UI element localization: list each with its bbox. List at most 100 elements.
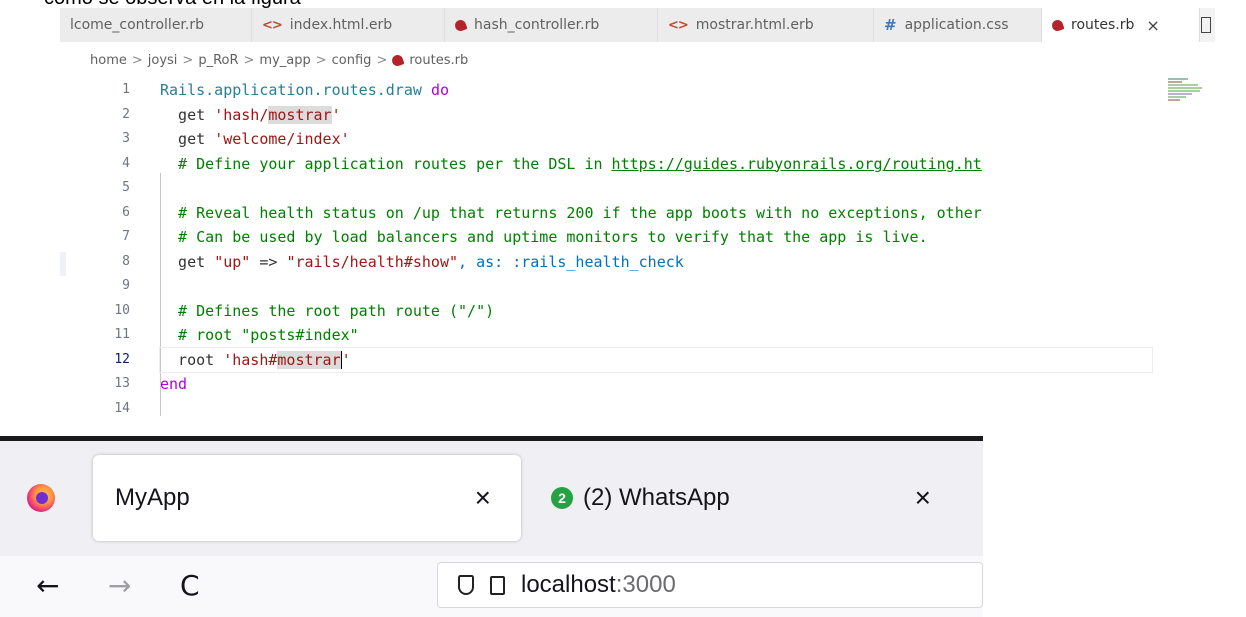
breadcrumb-item[interactable]: home — [90, 53, 127, 68]
html-file-icon: <> — [262, 17, 283, 33]
minimap-line — [1168, 93, 1192, 95]
browser-tab-title: MyApp — [115, 484, 190, 511]
minimap-line — [1168, 78, 1188, 80]
tab-label: hash_controller.rb — [474, 17, 600, 33]
browser-tab-whatsapp[interactable]: 2 (2) WhatsApp × — [537, 455, 977, 541]
shield-icon[interactable] — [458, 575, 474, 595]
code-link[interactable]: https://guides.rubyonrails.org/routing.h… — [612, 155, 982, 173]
tab-label: index.html.erb — [289, 17, 393, 33]
code-token: "up" — [214, 252, 251, 271]
code-line-current[interactable]: root 'hash#mostrar' — [159, 346, 1153, 373]
code-line[interactable]: # Defines the root path route ("/") — [160, 299, 1152, 324]
code-line[interactable]: # Reveal health status on /up that retur… — [160, 201, 1152, 226]
code-line[interactable]: get 'hash/mostrar' — [160, 103, 1152, 128]
line-number: 1 — [122, 82, 130, 97]
tab-application-css[interactable]: # application.css — [874, 8, 1042, 42]
code-line[interactable]: end — [160, 372, 1152, 397]
close-tab-icon[interactable]: × — [475, 482, 491, 514]
code-token-highlight: mostrar — [277, 350, 341, 369]
code-line[interactable]: Rails.application.routes.draw do — [160, 78, 1152, 103]
tab-hash-controller[interactable]: hash_controller.rb — [445, 8, 658, 42]
line-number: 13 — [114, 376, 130, 391]
code-comment: # Defines the root path route ("/") — [160, 301, 495, 320]
code-editor: lcome_controller.rb <> index.html.erb ha… — [60, 8, 1215, 416]
browser-window: MyApp × 2 (2) WhatsApp × ← → C localhost… — [0, 436, 983, 617]
breadcrumb-separator: > — [376, 52, 388, 68]
url-bar[interactable]: localhost:3000 — [437, 562, 983, 608]
line-number: 4 — [122, 155, 130, 171]
line-number-current: 12 — [114, 351, 130, 367]
close-tab-icon[interactable]: × — [915, 482, 931, 514]
code-line[interactable]: # Can be used by load balancers and upti… — [160, 225, 1152, 250]
html-file-icon: <> — [668, 17, 689, 33]
split-editor-icon[interactable] — [1201, 17, 1211, 33]
code-comment: # Can be used by load balancers and upti… — [160, 228, 928, 246]
code-area[interactable]: Rails.application.routes.draw do get 'ha… — [159, 78, 1153, 417]
code-line[interactable] — [160, 176, 1152, 201]
code-token: 'hash/ — [214, 105, 269, 124]
ruby-file-icon — [453, 17, 468, 33]
line-number: 8 — [122, 253, 130, 269]
code-line[interactable]: get 'welcome/index' — [160, 127, 1152, 152]
code-token: get — [160, 252, 215, 271]
line-number: 3 — [122, 131, 130, 146]
page-icon[interactable] — [490, 575, 505, 595]
code-line[interactable]: # root "posts#index" — [160, 323, 1152, 348]
code-token: get — [160, 130, 215, 148]
editor-tab-bar: lcome_controller.rb <> index.html.erb ha… — [60, 8, 1215, 42]
code-token: .application.routes.draw — [205, 81, 431, 99]
line-number: 11 — [114, 327, 130, 342]
code-token: 'welcome/index' — [214, 130, 350, 148]
reload-icon[interactable]: C — [180, 568, 200, 604]
breadcrumb-separator: > — [315, 52, 327, 68]
minimap[interactable] — [1168, 78, 1204, 112]
whatsapp-badge-icon: 2 — [551, 487, 573, 509]
tab-label: application.css — [904, 17, 1009, 33]
breadcrumb-separator: > — [182, 52, 194, 68]
breadcrumb-item[interactable]: config — [332, 53, 372, 68]
breadcrumb-item[interactable]: routes.rb — [409, 53, 468, 68]
code-token: , as: — [458, 252, 513, 271]
back-arrow-icon[interactable]: ← — [36, 568, 59, 604]
tab-routes-rb[interactable]: routes.rb × — [1042, 8, 1200, 42]
gutter-marker — [60, 252, 66, 276]
browser-tab-title: (2) WhatsApp — [583, 484, 730, 511]
breadcrumb-item[interactable]: p_RoR — [198, 53, 238, 68]
line-number: 9 — [122, 278, 130, 293]
line-number: 6 — [122, 204, 130, 220]
tab-label: lcome_controller.rb — [70, 17, 204, 33]
minimap-line — [1168, 96, 1186, 98]
tab-label: routes.rb — [1071, 17, 1135, 33]
code-line[interactable]: get "up" => "rails/health#show", as: :ra… — [160, 250, 1152, 275]
code-line[interactable] — [160, 397, 1152, 417]
line-number: 10 — [114, 302, 130, 318]
minimap-line — [1168, 84, 1198, 86]
breadcrumb-separator: > — [131, 52, 143, 68]
firefox-logo-icon[interactable] — [27, 484, 55, 512]
tab-mostrar-html-erb[interactable]: <> mostrar.html.erb — [658, 8, 874, 42]
code-token: get — [160, 105, 215, 124]
code-line[interactable] — [160, 274, 1152, 299]
code-line[interactable]: # Define your application routes per the… — [160, 152, 1152, 177]
code-token: end — [160, 375, 188, 393]
code-token: :rails_health_check — [512, 252, 684, 271]
navigation-toolbar: ← → C localhost:3000 — [0, 556, 983, 617]
minimap-line — [1168, 90, 1200, 92]
line-number: 5 — [122, 180, 130, 195]
browser-tab-myapp[interactable]: MyApp × — [93, 455, 521, 541]
code-token-highlight: mostrar — [268, 105, 332, 124]
code-token: "rails/health#show" — [286, 252, 459, 271]
ruby-file-icon — [390, 52, 405, 68]
close-tab-icon[interactable]: × — [1146, 16, 1159, 35]
code-comment: # Define your application routes per the… — [160, 154, 612, 173]
breadcrumb-item[interactable]: my_app — [259, 53, 310, 68]
minimap-line — [1168, 87, 1202, 89]
url-port: :3000 — [615, 571, 676, 598]
breadcrumb-item[interactable]: joysi — [148, 53, 178, 68]
tab-welcome-controller[interactable]: lcome_controller.rb — [60, 8, 252, 42]
forward-arrow-icon[interactable]: → — [108, 568, 131, 604]
code-token: root — [160, 350, 224, 369]
tab-index-html-erb[interactable]: <> index.html.erb — [252, 8, 445, 42]
code-token: do — [430, 81, 449, 99]
css-file-icon: # — [884, 16, 897, 34]
